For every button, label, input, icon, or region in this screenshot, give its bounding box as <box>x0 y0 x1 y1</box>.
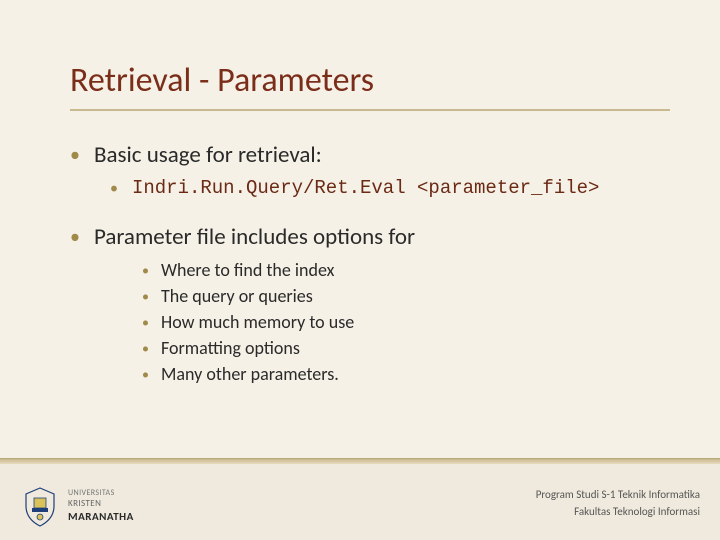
code-text: Indri.Run.Query/Ret.Eval <parameter_file… <box>132 177 599 201</box>
subbullet-formatting: • Formatting options <box>142 337 670 361</box>
bullet-text: Formatting options <box>161 337 300 361</box>
bullet-icon: • <box>142 363 149 387</box>
bullet-icon: • <box>70 223 80 251</box>
bullet-text: The query or queries <box>161 285 313 309</box>
subbullet-memory: • How much memory to use <box>142 311 670 335</box>
bullet-icon: • <box>70 141 80 169</box>
bullet-param-file: • Parameter file includes options for <box>70 223 670 251</box>
bullet-icon: • <box>110 177 118 201</box>
footer-band: UNIVERSITAS KRISTEN MARANATHA Program St… <box>0 464 720 540</box>
bullet-text: Basic usage for retrieval: <box>94 141 322 169</box>
bullet-text: Where to find the index <box>161 259 334 283</box>
logo-text: UNIVERSITAS KRISTEN MARANATHA <box>68 489 134 523</box>
logo-line-kristen: KRISTEN <box>68 499 134 510</box>
university-logo: UNIVERSITAS KRISTEN MARANATHA <box>18 484 134 528</box>
slide-title: Retrieval - Parameters <box>70 60 670 101</box>
crest-icon <box>18 484 62 528</box>
bullet-icon: • <box>142 311 149 335</box>
subbullet-query: • The query or queries <box>142 285 670 309</box>
footer-faculty: Fakultas Teknologi Informasi <box>536 504 700 521</box>
logo-line-maranatha: MARANATHA <box>68 510 134 523</box>
title-rule <box>70 109 670 111</box>
subbullet-other: • Many other parameters. <box>142 363 670 387</box>
bullet-text: Many other parameters. <box>161 363 339 387</box>
bullet-text: Parameter file includes options for <box>94 223 415 251</box>
bullet-code-command: • Indri.Run.Query/Ret.Eval <parameter_fi… <box>110 177 670 201</box>
bullet-text: How much memory to use <box>161 311 354 335</box>
footer-right: Program Studi S-1 Teknik Informatika Fak… <box>536 487 700 520</box>
spacer <box>70 205 670 219</box>
bullet-icon: • <box>142 285 149 309</box>
bullet-icon: • <box>142 337 149 361</box>
subbullet-index: • Where to find the index <box>142 259 670 283</box>
bullet-icon: • <box>142 259 149 283</box>
footer-program: Program Studi S-1 Teknik Informatika <box>536 487 700 504</box>
slide: Retrieval - Parameters • Basic usage for… <box>0 0 720 540</box>
bullet-basic-usage: • Basic usage for retrieval: <box>70 141 670 169</box>
